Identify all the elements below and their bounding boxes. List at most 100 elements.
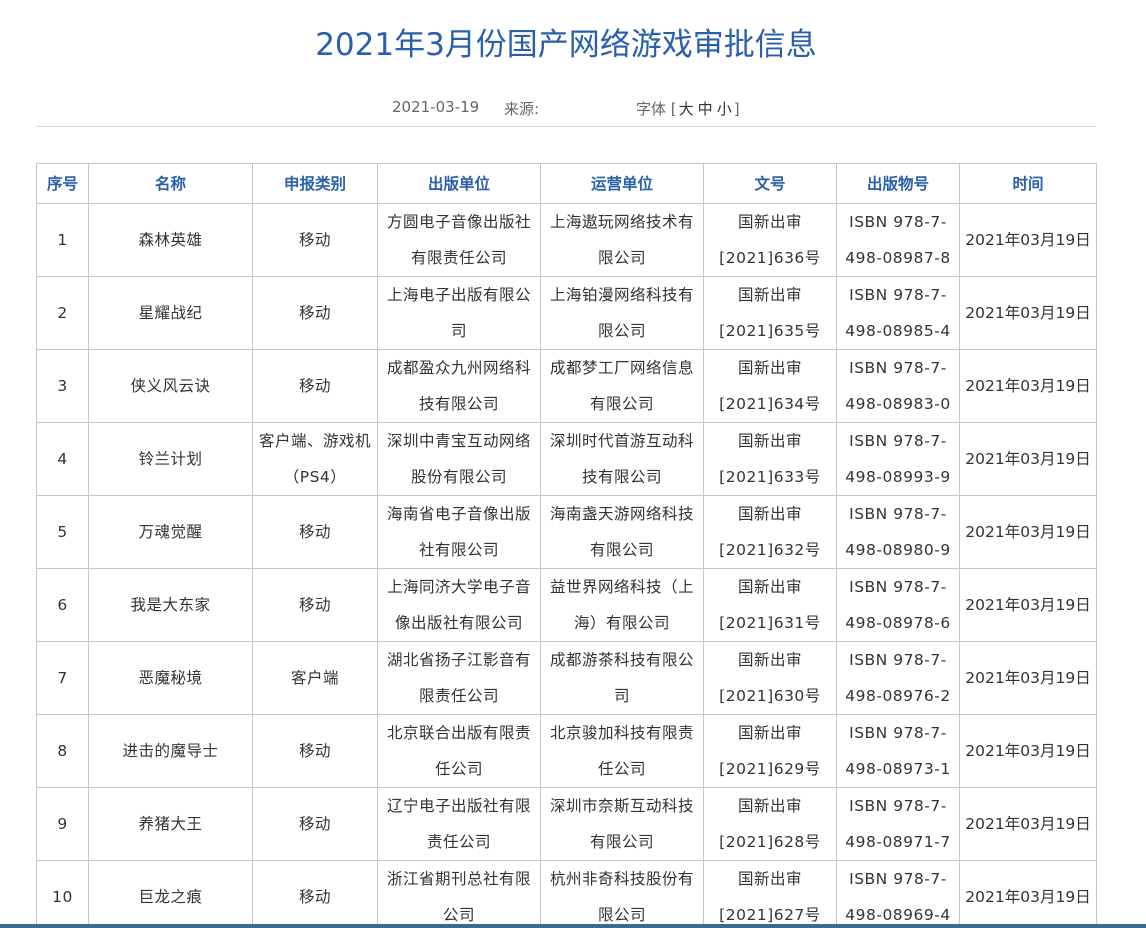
cell-operator: 上海铂漫网络科技有限公司 [540,276,704,350]
cell-name: 进击的魔导士 [88,714,253,788]
cell-time: 2021年03月19日 [959,787,1097,861]
source-label: 来源: [504,100,540,118]
cell-name: 养猪大王 [88,787,253,861]
cell-operator: 深圳市奈斯互动科技有限公司 [540,787,704,861]
cell-operator: 上海遨玩网络技术有限公司 [540,203,704,277]
cell-operator: 海南盏天游网络科技有限公司 [540,495,704,569]
bracket-close: ] [733,100,740,118]
cell-index: 2 [36,276,89,350]
cell-publisher: 湖北省扬子江影音有限责任公司 [377,641,541,715]
cell-category: 客户端 [252,641,378,715]
cell-time: 2021年03月19日 [959,641,1097,715]
cell-time: 2021年03月19日 [959,860,1097,928]
cell-name: 巨龙之痕 [88,860,253,928]
font-size-label: 字体 [636,100,667,118]
cell-category: 移动 [252,860,378,928]
cell-operator: 杭州非奇科技股份有限公司 [540,860,704,928]
cell-operator: 成都游茶科技有限公司 [540,641,704,715]
cell-time: 2021年03月19日 [959,568,1097,642]
header-time: 时间 [959,163,1097,204]
cell-approval-number: 国新出审[2021]633号 [703,422,837,496]
cell-operator: 成都梦工厂网络信息有限公司 [540,349,704,423]
table-row: 2 星耀战纪 移动 上海电子出版有限公司 上海铂漫网络科技有限公司 国新出审[2021]6… [36,276,1097,350]
cell-isbn: ISBN 978-7-498-08978-6 [836,568,960,642]
cell-approval-number: 国新出审[2021]629号 [703,714,837,788]
cell-publisher: 北京联合出版有限责任公司 [377,714,541,788]
cell-isbn: ISBN 978-7-498-08985-4 [836,276,960,350]
cell-time: 2021年03月19日 [959,349,1097,423]
cell-operator: 北京骏加科技有限责任公司 [540,714,704,788]
approval-table: 序号 名称 申报类别 出版单位 运营单位 文号 出版物号 时间 1 森林英雄 移动方… [36,163,1097,928]
cell-index: 1 [36,203,89,277]
cell-category: 移动 [252,714,378,788]
cell-publisher: 方圆电子音像出版社有限责任公司 [377,203,541,277]
cell-time: 2021年03月19日 [959,203,1097,277]
cell-isbn: ISBN 978-7-498-08969-4 [836,860,960,928]
table-body: 1 森林英雄 移动 方圆电子音像出版社有限责任公司 上海遨玩网络技术有限公司 国新出审[2… [36,203,1097,928]
cell-category: 客户端、游戏机（PS4） [252,422,378,496]
cell-publisher: 成都盈众九州网络科技有限公司 [377,349,541,423]
font-size-small-button[interactable]: 小 [715,100,734,118]
cell-name: 侠义风云诀 [88,349,253,423]
cell-time: 2021年03月19日 [959,495,1097,569]
header-index: 序号 [36,163,89,204]
cell-approval-number: 国新出审[2021]630号 [703,641,837,715]
cell-approval-number: 国新出审[2021]634号 [703,349,837,423]
cell-operator: 益世界网络科技（上海）有限公司 [540,568,704,642]
cell-category: 移动 [252,495,378,569]
cell-index: 3 [36,349,89,423]
table-row: 6 我是大东家 移动 上海同济大学电子音像出版社有限公司 益世界网络科技（上海）有限公司… [36,568,1097,642]
header-category: 申报类别 [252,163,378,204]
cell-index: 10 [36,860,89,928]
header-name: 名称 [88,163,253,204]
cell-category: 移动 [252,568,378,642]
cell-publisher: 深圳中青宝互动网络股份有限公司 [377,422,541,496]
cell-index: 4 [36,422,89,496]
header-approval-number: 文号 [703,163,837,204]
header-isbn: 出版物号 [836,163,960,204]
cell-category: 移动 [252,787,378,861]
font-size-control: 字体 [大中小] [636,98,740,119]
cell-approval-number: 国新出审[2021]636号 [703,203,837,277]
cell-isbn: ISBN 978-7-498-08976-2 [836,641,960,715]
cell-publisher: 浙江省期刊总社有限公司 [377,860,541,928]
cell-approval-number: 国新出审[2021]635号 [703,276,837,350]
cell-isbn: ISBN 978-7-498-08983-0 [836,349,960,423]
cell-isbn: ISBN 978-7-498-08987-8 [836,203,960,277]
cell-index: 8 [36,714,89,788]
bracket-open: [ [670,100,677,118]
cell-category: 移动 [252,276,378,350]
table-row: 10 巨龙之痕 移动 浙江省期刊总社有限公司 杭州非奇科技股份有限公司 国新出审[2021… [36,860,1097,928]
cell-isbn: ISBN 978-7-498-08971-7 [836,787,960,861]
header-publisher: 出版单位 [377,163,541,204]
cell-approval-number: 国新出审[2021]632号 [703,495,837,569]
cell-index: 9 [36,787,89,861]
cell-approval-number: 国新出审[2021]628号 [703,787,837,861]
cell-time: 2021年03月19日 [959,422,1097,496]
article-page: 2021年3月份国产网络游戏审批信息 2021-03-19 来源: 字体 [大中… [0,0,1146,928]
cell-isbn: ISBN 978-7-498-08993-9 [836,422,960,496]
table-row: 9 养猪大王 移动 辽宁电子出版社有限责任公司 深圳市奈斯互动科技有限公司 国新出审[20… [36,787,1097,861]
font-size-medium-button[interactable]: 中 [696,100,715,118]
table-row: 1 森林英雄 移动 方圆电子音像出版社有限责任公司 上海遨玩网络技术有限公司 国新出审[2… [36,203,1097,277]
cell-index: 7 [36,641,89,715]
cell-name: 星耀战纪 [88,276,253,350]
cell-time: 2021年03月19日 [959,714,1097,788]
article-meta: 2021-03-19 来源: 字体 [大中小] [0,98,1146,118]
cell-time: 2021年03月19日 [959,276,1097,350]
cell-name: 我是大东家 [88,568,253,642]
cell-category: 移动 [252,349,378,423]
table-row: 3 侠义风云诀 移动 成都盈众九州网络科技有限公司 成都梦工厂网络信息有限公司 国新出审[… [36,349,1097,423]
table-row: 4 铃兰计划 客户端、游戏机（PS4） 深圳中青宝互动网络股份有限公司 深圳时代首游互动… [36,422,1097,496]
cell-publisher: 辽宁电子出版社有限责任公司 [377,787,541,861]
cell-isbn: ISBN 978-7-498-08973-1 [836,714,960,788]
table-header-row: 序号 名称 申报类别 出版单位 运营单位 文号 出版物号 时间 [36,163,1097,204]
cell-name: 森林英雄 [88,203,253,277]
table-row: 8 进击的魔导士 移动 北京联合出版有限责任公司 北京骏加科技有限责任公司 国新出审[20… [36,714,1097,788]
cell-name: 万魂觉醒 [88,495,253,569]
cell-name: 铃兰计划 [88,422,253,496]
font-size-large-button[interactable]: 大 [677,100,696,118]
cell-index: 6 [36,568,89,642]
cell-operator: 深圳时代首游互动科技有限公司 [540,422,704,496]
cell-approval-number: 国新出审[2021]627号 [703,860,837,928]
